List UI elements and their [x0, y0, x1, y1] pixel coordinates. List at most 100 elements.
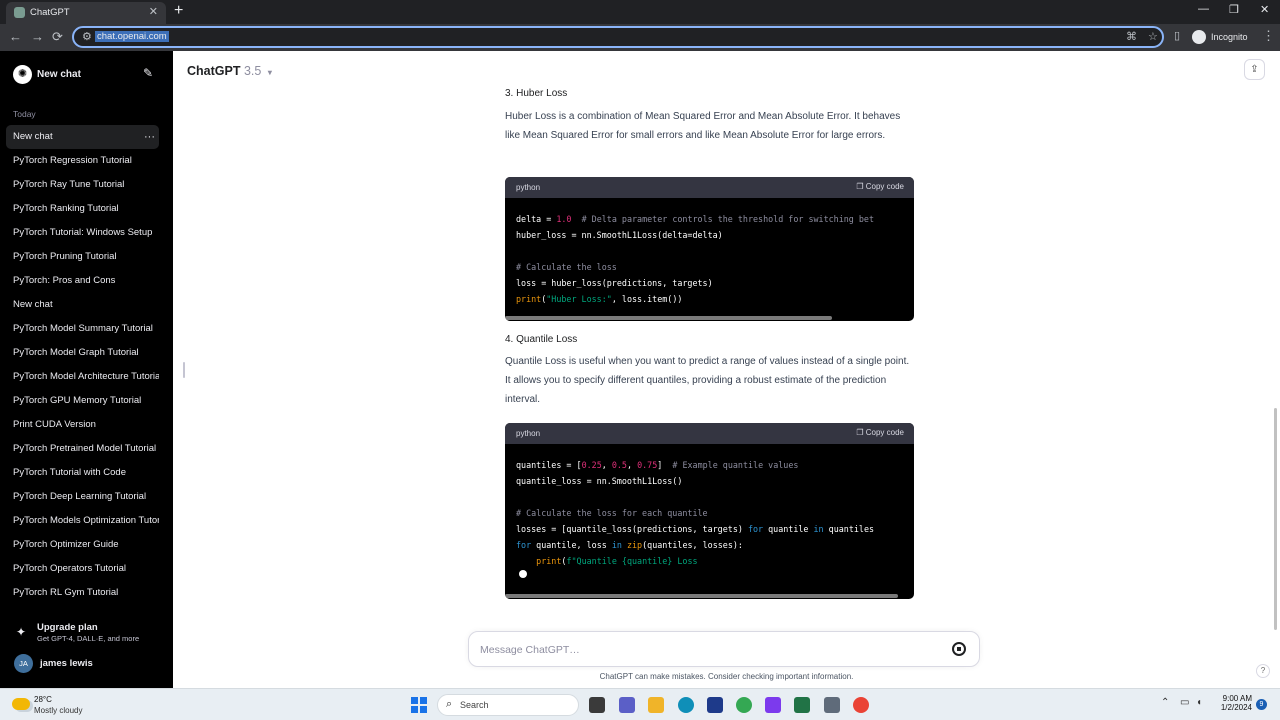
clock[interactable]: 9:00 AM 1/2/2024 — [1212, 694, 1252, 712]
share-icon: ⇪ — [1250, 64, 1259, 75]
streaming-cursor — [519, 570, 527, 578]
code-scrollbar[interactable] — [505, 594, 898, 598]
sidebar-chat-item[interactable]: PyTorch RL Gym Tutorial — [6, 581, 159, 605]
weather-temp: 28°C — [34, 695, 52, 704]
stop-generating-button[interactable] — [952, 642, 966, 656]
notification-badge[interactable]: 9 — [1256, 699, 1267, 710]
sidebar-chat-item[interactable]: PyTorch Model Graph Tutorial — [6, 341, 159, 365]
bookmark-star-icon[interactable]: ☆ — [1148, 30, 1158, 43]
store-icon[interactable] — [707, 697, 723, 713]
avatar: JA — [14, 654, 33, 673]
help-button[interactable]: ? — [1256, 664, 1270, 678]
edge-icon[interactable] — [678, 697, 694, 713]
code-block-huber: python ❐ Copy code delta = 1.0 # Delta p… — [505, 177, 914, 321]
minimize-button[interactable]: — — [1198, 3, 1209, 15]
model-version: 3.5 — [243, 64, 262, 78]
sidebar-chat-item[interactable]: PyTorch GPU Memory Tutorial — [6, 389, 159, 413]
chat-item-label: PyTorch Model Architecture Tutorial — [13, 371, 159, 382]
sidebar-chat-item[interactable]: PyTorch Operators Tutorial — [6, 557, 159, 581]
sidebar-toggle-handle[interactable] — [183, 362, 185, 378]
window-close-button[interactable]: ✕ — [1260, 3, 1269, 16]
chat-item-label: PyTorch Tutorial: Windows Setup — [13, 227, 153, 238]
code-token: in — [813, 524, 824, 534]
code-scrollbar[interactable] — [505, 316, 832, 320]
excel-icon[interactable] — [794, 697, 810, 713]
share-button[interactable]: ⇪ — [1244, 59, 1265, 80]
chat-history-list: New chat ··· PyTorch Regression Tutorial Py… — [6, 125, 159, 605]
sidebar-chat-item[interactable]: PyTorch Tutorial: Windows Setup — [6, 221, 159, 245]
sparkle-icon: ✦ — [16, 625, 27, 639]
copy-code-label: Copy code — [865, 428, 904, 437]
network-icon[interactable]: ▭ — [1180, 697, 1189, 708]
new-tab-button[interactable]: + — [174, 2, 183, 20]
sidebar-chat-item[interactable]: PyTorch Regression Tutorial — [6, 149, 159, 173]
sidebar-chat-item[interactable]: PyTorch Model Architecture Tutorial — [6, 365, 159, 389]
incognito-eye-icon[interactable]: ⌘ — [1126, 30, 1137, 43]
edit-icon[interactable]: ✎ — [143, 66, 153, 80]
model-selector[interactable]: ChatGPT 3.5 ▾ — [187, 64, 272, 78]
code-line: losses = [quantile_loss(predictions, tar… — [516, 521, 903, 537]
sidebar-chat-item[interactable]: New chat — [6, 293, 159, 317]
reload-button[interactable]: ⟳ — [52, 29, 63, 45]
maximize-button[interactable]: ❐ — [1229, 3, 1239, 16]
sidebar-chat-item[interactable]: New chat ··· — [6, 125, 159, 149]
chat-options-icon[interactable]: ··· — [144, 125, 155, 149]
upgrade-plan-button[interactable]: ✦ Upgrade plan Get GPT-4, DALL·E, and mo… — [0, 619, 173, 647]
browser-tab[interactable]: ChatGPT ✕ — [6, 2, 166, 24]
back-button[interactable]: ← — [9, 29, 22, 44]
copy-code-button[interactable]: ❐ Copy code — [856, 428, 904, 437]
chrome-icon[interactable] — [736, 697, 752, 713]
code-token: quantiles — [823, 524, 875, 534]
disclaimer: ChatGPT can make mistakes. Consider chec… — [599, 672, 854, 681]
new-chat-button[interactable]: ✺ New chat ✎ — [0, 62, 173, 88]
new-chat-label: New chat — [37, 69, 81, 80]
url-text[interactable]: chat.openai.com — [95, 31, 169, 42]
sidebar-chat-item[interactable]: PyTorch Model Summary Tutorial — [6, 317, 159, 341]
side-panel-icon[interactable]: ▯ — [1174, 29, 1180, 42]
code-token: 1.0 — [556, 214, 572, 224]
chat-item-label: PyTorch Model Summary Tutorial — [13, 323, 153, 334]
task-view-icon[interactable] — [589, 697, 605, 713]
tab-close-icon[interactable]: ✕ — [149, 5, 158, 18]
sidebar-chat-item[interactable]: Print CUDA Version — [6, 413, 159, 437]
sidebar-chat-item[interactable]: PyTorch Ranking Tutorial — [6, 197, 159, 221]
taskbar-search[interactable]: ⌕ Search — [437, 694, 579, 716]
sidebar-chat-item[interactable]: PyTorch Ray Tune Tutorial — [6, 173, 159, 197]
chrome-active-icon[interactable] — [853, 697, 869, 713]
sidebar-chat-item[interactable]: PyTorch Deep Learning Tutorial — [6, 485, 159, 509]
clipboard-icon: ❐ — [856, 428, 866, 437]
code-token: loss = huber_loss(predictions, targets) — [516, 278, 713, 288]
start-button[interactable] — [411, 697, 427, 713]
incognito-profile[interactable]: Incognito — [1192, 28, 1248, 45]
sidebar-chat-item[interactable]: PyTorch: Pros and Cons — [6, 269, 159, 293]
sidebar-chat-item[interactable]: PyTorch Models Optimization Tutorial — [6, 509, 159, 533]
sidebar-chat-item[interactable]: PyTorch Pretrained Model Tutorial — [6, 437, 159, 461]
code-token: quantile, loss — [531, 540, 612, 550]
model-name: ChatGPT — [187, 64, 241, 78]
chat-item-label: PyTorch GPU Memory Tutorial — [13, 395, 142, 406]
clock-date: 1/2/2024 — [1220, 703, 1252, 712]
omnibox[interactable]: ⚙ chat.openai.com ⌘ ☆ — [72, 26, 1164, 48]
sidebar-chat-item[interactable]: PyTorch Optimizer Guide — [6, 533, 159, 557]
tray-chevron-icon[interactable]: ⌃ — [1161, 697, 1169, 708]
chat-item-label: PyTorch Tutorial with Code — [13, 467, 126, 478]
copy-code-button[interactable]: ❐ Copy code — [856, 182, 904, 191]
message-input[interactable]: Message ChatGPT… — [480, 644, 580, 656]
browser-menu-icon[interactable]: ⋮ — [1262, 28, 1275, 44]
app-icon[interactable] — [824, 697, 840, 713]
teams-icon[interactable] — [619, 697, 635, 713]
sidebar-chat-item[interactable]: PyTorch Tutorial with Code — [6, 461, 159, 485]
volume-icon[interactable]: ◖ — [1196, 697, 1202, 708]
message-composer[interactable]: Message ChatGPT… — [468, 631, 980, 667]
forward-button[interactable]: → — [31, 29, 44, 44]
page-scrollbar[interactable] — [1274, 408, 1277, 630]
app-icon[interactable] — [765, 697, 781, 713]
sidebar: ✺ New chat ✎ Today New chat ··· PyTorch Re… — [0, 51, 173, 688]
site-info-icon[interactable]: ⚙ — [82, 30, 92, 43]
tab-title: ChatGPT — [30, 7, 70, 18]
user-menu[interactable]: JA james lewis — [0, 652, 173, 674]
sidebar-chat-item[interactable]: PyTorch Pruning Tutorial — [6, 245, 159, 269]
code-token: # Calculate the loss — [516, 262, 617, 272]
file-explorer-icon[interactable] — [648, 697, 664, 713]
code-block-quantile: python ❐ Copy code quantiles = [0.25, 0.… — [505, 423, 914, 599]
